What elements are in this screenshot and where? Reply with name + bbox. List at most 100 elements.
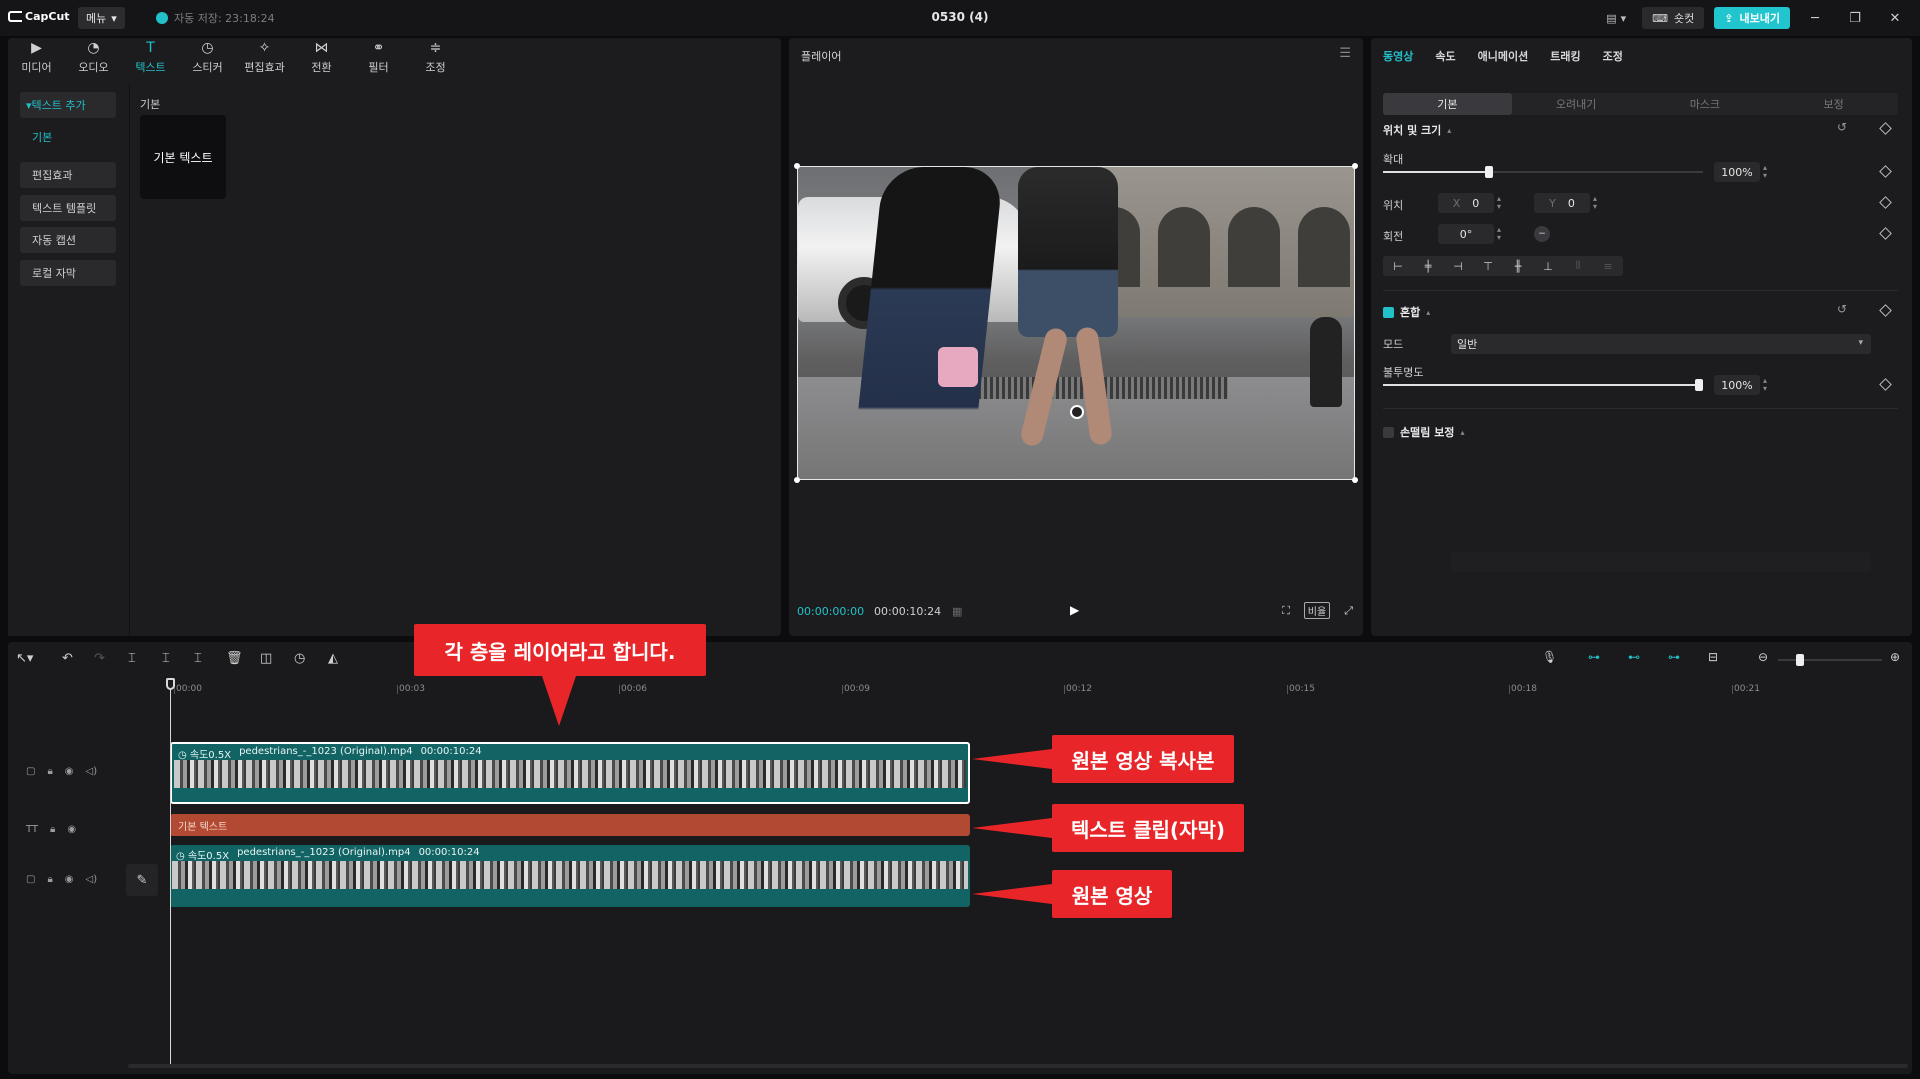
- eye-icon[interactable]: ◉: [65, 874, 74, 885]
- tab-audio[interactable]: ◔ 오디오: [65, 38, 122, 78]
- stepper-icon[interactable]: ▴ ▾: [1763, 164, 1767, 180]
- keyframe-icon[interactable]: [1879, 165, 1892, 178]
- preview-axis-icon[interactable]: ⊟: [1708, 650, 1718, 664]
- close-button[interactable]: ✕: [1880, 7, 1910, 29]
- opacity-slider-knob[interactable]: [1695, 379, 1703, 391]
- position-y-input[interactable]: Y0: [1534, 193, 1590, 213]
- freeze-icon[interactable]: ◫: [260, 652, 272, 666]
- blend-mode-select[interactable]: 일반 ▾: [1451, 334, 1871, 354]
- ratio-button[interactable]: 비율: [1303, 602, 1331, 619]
- rotation-input[interactable]: 0°: [1438, 224, 1494, 244]
- speaker-icon[interactable]: ◁): [86, 766, 98, 777]
- playhead-handle[interactable]: [166, 678, 175, 690]
- menu-icon[interactable]: ☰: [1339, 46, 1351, 61]
- stepper-icon[interactable]: ▴ ▾: [1593, 195, 1597, 211]
- fullscreen-icon[interactable]: ⤢: [1344, 604, 1353, 618]
- nav-text-template[interactable]: 텍스트 템플릿: [20, 195, 116, 221]
- split-icon[interactable]: ⌶: [128, 652, 136, 666]
- grid-icon[interactable]: ▦: [952, 605, 962, 618]
- stepper-icon[interactable]: ▴ ▾: [1497, 195, 1501, 211]
- stepper-icon[interactable]: ▴ ▾: [1497, 226, 1501, 242]
- select-tool-icon[interactable]: ↖▾: [16, 652, 33, 666]
- keyframe-icon[interactable]: [1879, 122, 1892, 135]
- align-top-icon[interactable]: ⊤: [1473, 256, 1503, 276]
- align-center-v-icon[interactable]: ╫: [1503, 256, 1533, 276]
- snap-icon[interactable]: ⊷: [1628, 650, 1640, 664]
- split-left-icon[interactable]: ⌶: [162, 652, 170, 666]
- lock-icon[interactable]: 🔒︎: [47, 874, 52, 885]
- position-x-input[interactable]: X0: [1438, 193, 1494, 213]
- scale-slider-knob[interactable]: [1485, 166, 1493, 178]
- link-main-track-icon[interactable]: ⊶: [1588, 650, 1600, 664]
- reset-icon[interactable]: ↺: [1837, 302, 1847, 316]
- shortcut-button[interactable]: ⌨ 숏컷: [1642, 7, 1705, 29]
- nav-local-caption[interactable]: 로컬 자막: [20, 260, 116, 286]
- nav-effects[interactable]: 편집효과: [20, 162, 116, 188]
- blend-checkbox[interactable]: [1383, 306, 1394, 318]
- tab-speed[interactable]: 속도: [1435, 48, 1455, 64]
- stepper-icon[interactable]: ▴ ▾: [1763, 377, 1767, 393]
- subtab-correction[interactable]: 보정: [1769, 93, 1898, 115]
- tab-adjust[interactable]: ≑ 조정: [407, 38, 464, 78]
- align-left-icon[interactable]: ⊢: [1383, 256, 1413, 276]
- lock-icon[interactable]: 🔒︎: [50, 824, 55, 835]
- zoom-out-icon[interactable]: ⊖: [1758, 650, 1768, 664]
- cover-edit-button[interactable]: ✎: [126, 864, 158, 896]
- subtab-basic[interactable]: 기본: [1383, 93, 1512, 115]
- reset-icon[interactable]: ↺: [1837, 120, 1847, 134]
- resize-handle[interactable]: [1352, 477, 1358, 483]
- eye-icon[interactable]: ◉: [67, 824, 76, 835]
- tab-transition[interactable]: ⋈ 전환: [293, 38, 350, 78]
- fit-screen-icon[interactable]: ⛶: [1282, 604, 1290, 618]
- blend-title[interactable]: 혼합 ▴: [1383, 304, 1430, 320]
- resize-handle[interactable]: [794, 477, 800, 483]
- tab-media[interactable]: ▶ 미디어: [8, 38, 65, 78]
- minimize-button[interactable]: ─: [1800, 7, 1830, 29]
- restore-button[interactable]: ❐: [1840, 7, 1870, 29]
- rotate-dial-icon[interactable]: −: [1534, 226, 1550, 242]
- timeline-scrollbar[interactable]: [128, 1064, 1908, 1068]
- scale-slider[interactable]: [1383, 166, 1703, 178]
- opacity-slider[interactable]: [1383, 379, 1703, 391]
- stabilize-checkbox[interactable]: [1383, 426, 1394, 438]
- rotate-handle[interactable]: [1070, 405, 1084, 419]
- align-right-icon[interactable]: ⊣: [1443, 256, 1473, 276]
- playhead[interactable]: [170, 678, 171, 1068]
- zoom-in-icon[interactable]: ⊕: [1890, 650, 1900, 664]
- default-text-card[interactable]: 기본 텍스트: [140, 115, 226, 199]
- align-bottom-icon[interactable]: ⊥: [1533, 256, 1563, 276]
- menu-button[interactable]: 메뉴 ▾: [78, 7, 125, 29]
- delete-icon[interactable]: 🗑: [226, 652, 243, 666]
- position-size-title[interactable]: 위치 및 크기 ▴: [1383, 122, 1451, 138]
- linkage-icon[interactable]: ⊶: [1668, 650, 1680, 664]
- eye-icon[interactable]: ◉: [65, 766, 74, 777]
- timeline-ruler[interactable]: 00:00 00:03 00:06 00:09 00:12 00:15 00:1…: [170, 680, 1908, 700]
- nav-add-text[interactable]: ▾ 텍스트 추가: [20, 92, 116, 118]
- tab-adjustment[interactable]: 조정: [1603, 48, 1623, 64]
- nav-auto-caption[interactable]: 자동 캡션: [20, 227, 116, 253]
- tab-tracking[interactable]: 트래킹: [1550, 48, 1580, 64]
- undo-icon[interactable]: ↶: [62, 652, 73, 666]
- tab-text[interactable]: T 텍스트: [122, 38, 179, 78]
- video-preview[interactable]: [797, 166, 1355, 480]
- zoom-slider[interactable]: [1778, 654, 1882, 666]
- video-clip-copy[interactable]: ◷ 속도0.5X pedestrians_-_1023 (Original).m…: [170, 742, 970, 804]
- tab-filter[interactable]: ⚭ 필터: [350, 38, 407, 78]
- microphone-icon[interactable]: 🎙: [1542, 650, 1557, 664]
- text-clip[interactable]: 기본 텍스트: [170, 814, 970, 836]
- lock-icon[interactable]: 🔒︎: [47, 766, 52, 777]
- speaker-icon[interactable]: ◁): [86, 874, 98, 885]
- keyframe-icon[interactable]: [1879, 304, 1892, 317]
- subtab-cutout[interactable]: 오려내기: [1512, 93, 1641, 115]
- split-right-icon[interactable]: ⌶: [194, 652, 202, 666]
- keyframe-icon[interactable]: [1879, 227, 1892, 240]
- layout-button[interactable]: ▤ ▾: [1600, 7, 1632, 29]
- tab-video[interactable]: 동영상: [1383, 48, 1413, 64]
- tab-animation[interactable]: 애니메이션: [1478, 48, 1529, 64]
- resize-handle[interactable]: [794, 163, 800, 169]
- video-clip-main[interactable]: ◷ 속도0.5X pedestrians_-_1023 (Original).m…: [170, 845, 970, 907]
- resize-handle[interactable]: [1352, 163, 1358, 169]
- tab-sticker[interactable]: ◷ 스티커: [179, 38, 236, 78]
- nav-basic[interactable]: 기본: [20, 124, 116, 150]
- opacity-input[interactable]: 100%: [1714, 375, 1760, 395]
